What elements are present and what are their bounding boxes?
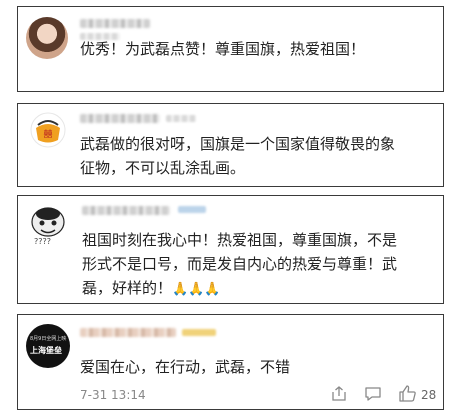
wedding-badge-icon: 囍 [30, 112, 66, 148]
comment-text: 爱国在心，在行动，武磊，不错 [80, 358, 291, 376]
avatar-caption: ???? [34, 237, 51, 246]
comment-time: 7-31 13:14 [80, 388, 146, 402]
user-avatar[interactable] [26, 17, 68, 59]
comment-text-line-2: 征物，不可以乱涂乱画。 [80, 159, 246, 177]
like-count: 28 [421, 388, 437, 402]
comment-text: 优秀！为武磊点赞！尊重国旗，热爱祖国！ [80, 40, 366, 58]
like-thumb-icon[interactable] [398, 384, 417, 403]
author-meta [166, 115, 196, 122]
comment-card-3: ???? 祖国时刻在我心中！热爱祖国，尊重国旗，不是 形式不是口号，而是发自内心… [17, 195, 444, 304]
author-name[interactable] [82, 206, 170, 215]
share-icon[interactable] [330, 385, 348, 403]
user-avatar[interactable]: 囍 [30, 112, 66, 148]
comment-text-line-3: 磊，好样的！🙏🙏🙏 [82, 276, 221, 302]
author-badge [178, 206, 206, 213]
comment-card-1: 优秀！为武磊点赞！尊重国旗，热爱祖国！ [17, 6, 444, 92]
comment-text-line-1: 武磊做的很对呀，国旗是一个国家值得敬畏的象 [80, 135, 396, 153]
comment-text-line-1: 祖国时刻在我心中！热爱祖国，尊重国旗，不是 [82, 231, 398, 249]
svg-text:囍: 囍 [43, 128, 52, 140]
comment-icon[interactable] [364, 385, 382, 403]
comment-text-line-3-text: 磊，好样的！ [82, 279, 173, 297]
user-avatar[interactable]: 8月9日全网上映 上海堡垒 [26, 324, 70, 368]
pray-emoji: 🙏🙏🙏 [172, 282, 221, 297]
comment-card-2: 囍 武磊做的很对呀，国旗是一个国家值得敬畏的象 征物，不可以乱涂乱画。 [17, 103, 444, 187]
avatar-line-1: 8月9日全网上映 [30, 336, 67, 342]
author-name[interactable] [80, 328, 176, 337]
user-avatar[interactable]: ???? [26, 204, 70, 248]
author-badge [182, 329, 216, 336]
author-name[interactable] [80, 19, 150, 28]
author-name[interactable] [80, 114, 160, 123]
avatar-line-2: 上海堡垒 [30, 346, 62, 355]
comment-text-line-2: 形式不是口号，而是发自内心的热爱与尊重！武 [82, 255, 398, 273]
comment-card-4: 8月9日全网上映 上海堡垒 爱国在心，在行动，武磊，不错 7-31 13:14 … [17, 314, 444, 410]
